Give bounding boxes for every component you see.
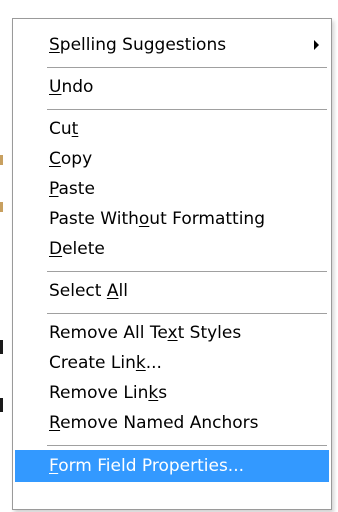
menu-item-remove-links[interactable]: Remove Links [15, 378, 329, 408]
menu-item-remove-all-text-styles[interactable]: Remove All Text Styles [15, 318, 329, 348]
menu-separator [47, 445, 327, 447]
menu-item-spelling-suggestions[interactable]: Spelling Suggestions [15, 30, 329, 60]
menu-item-label: Form Field Properties... [49, 456, 245, 476]
background-page-mark [0, 398, 3, 412]
menu-item-label: Paste Without Formatting [49, 209, 266, 229]
screen: Spelling Suggestions Undo Cut Copy Paste… [0, 0, 338, 512]
background-page-mark [0, 155, 3, 165]
menu-separator [47, 271, 327, 273]
menu-item-label: Paste [49, 179, 95, 199]
menu-item-undo[interactable]: Undo [15, 72, 329, 102]
background-page-mark [0, 340, 3, 354]
menu-item-copy[interactable]: Copy [15, 144, 329, 174]
menu-separator [47, 313, 327, 315]
submenu-arrow-icon [314, 40, 319, 50]
menu-item-paste-without-formatting[interactable]: Paste Without Formatting [15, 204, 329, 234]
context-menu: Spelling Suggestions Undo Cut Copy Paste… [12, 18, 332, 510]
menu-item-delete[interactable]: Delete [15, 234, 329, 264]
menu-item-form-field-properties[interactable]: Form Field Properties... [15, 450, 329, 482]
menu-separator [47, 67, 327, 69]
menu-item-paste[interactable]: Paste [15, 174, 329, 204]
menu-item-label: Remove Named Anchors [49, 413, 259, 433]
menu-item-label: Spelling Suggestions [49, 35, 227, 55]
menu-item-label: Create Link... [49, 353, 162, 373]
menu-item-select-all[interactable]: Select All [15, 276, 329, 306]
background-page-mark [0, 202, 3, 212]
menu-item-label: Remove Links [49, 383, 168, 403]
menu-item-create-link[interactable]: Create Link... [15, 348, 329, 378]
menu-item-cut[interactable]: Cut [15, 114, 329, 144]
menu-item-label: Delete [49, 239, 105, 259]
menu-item-label: Undo [49, 77, 94, 97]
menu-item-label: Remove All Text Styles [49, 323, 242, 343]
menu-item-label: Select All [49, 281, 128, 301]
menu-separator [47, 109, 327, 111]
menu-item-label: Cut [49, 119, 79, 139]
menu-item-label: Copy [49, 149, 93, 169]
menu-item-remove-named-anchors[interactable]: Remove Named Anchors [15, 408, 329, 438]
